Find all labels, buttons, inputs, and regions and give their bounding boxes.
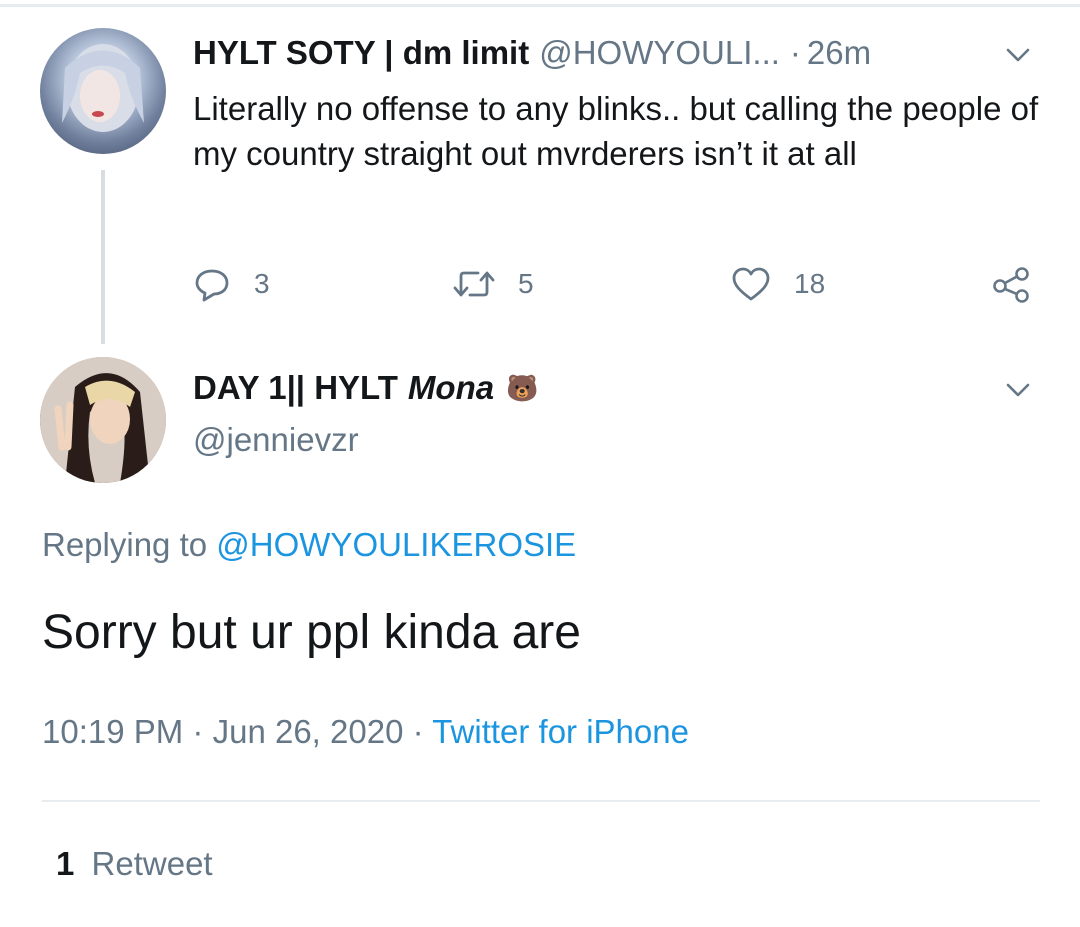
retweet-button[interactable]: 5 <box>452 262 534 306</box>
display-name[interactable]: DAY 1|| HYLT Mona 🐻 <box>193 369 538 407</box>
share-button[interactable] <box>990 262 1032 306</box>
tweet-meta: 10:19 PM · Jun 26, 2020 · Twitter for iP… <box>42 713 689 751</box>
tweet-header: HYLT SOTY | dm limit @HOWYOULI... · 26m <box>193 30 871 76</box>
replying-to-link[interactable]: @HOWYOULIKEROSIE <box>216 526 576 563</box>
retweet-count: 5 <box>518 268 534 299</box>
tweet-text: Sorry but ur ppl kinda are <box>42 606 581 659</box>
retweet-icon <box>453 271 495 297</box>
chevron-down-icon[interactable] <box>1003 375 1033 405</box>
like-count: 18 <box>794 268 826 299</box>
tweet-text: Literally no offense to any blinks.. but… <box>193 90 1039 172</box>
divider <box>42 800 1040 802</box>
display-name-prefix: DAY 1|| HYLT <box>193 369 398 406</box>
display-name[interactable]: HYLT SOTY | dm limit <box>193 34 529 72</box>
retweets-count: 1 <box>56 845 75 882</box>
reply-count: 3 <box>254 268 270 299</box>
chevron-down-icon[interactable] <box>1003 40 1033 70</box>
separator-dot: · <box>412 713 424 750</box>
user-handle[interactable]: @HOWYOULI... <box>539 34 780 72</box>
replying-to-line: Replying to @HOWYOULIKEROSIE <box>42 526 576 564</box>
bear-emoji: 🐻 <box>506 372 539 403</box>
user-handle[interactable]: @jennievzr <box>193 421 359 459</box>
retweets-stat[interactable]: 1 Retweet <box>56 845 213 883</box>
avatar[interactable] <box>40 28 166 154</box>
tweet-date[interactable]: Jun 26, 2020 <box>213 713 404 750</box>
replying-to-label: Replying to <box>42 526 208 563</box>
like-button[interactable]: 18 <box>730 262 825 306</box>
retweets-label: Retweet <box>91 845 213 882</box>
top-divider <box>0 4 1080 7</box>
separator-dot: · <box>789 34 801 71</box>
share-icon <box>993 267 1029 303</box>
tweet-time[interactable]: 26m <box>807 34 871 72</box>
avatar[interactable] <box>40 357 166 483</box>
separator-dot: · <box>192 713 204 750</box>
thread-connector <box>101 170 105 344</box>
tweet-source-link[interactable]: Twitter for iPhone <box>432 713 689 750</box>
reply-button[interactable]: 3 <box>192 262 270 306</box>
heart-icon <box>732 267 770 301</box>
tweet-time[interactable]: 10:19 PM <box>42 713 183 750</box>
reply-icon <box>195 269 229 302</box>
display-name-italic: Mona <box>407 369 495 406</box>
